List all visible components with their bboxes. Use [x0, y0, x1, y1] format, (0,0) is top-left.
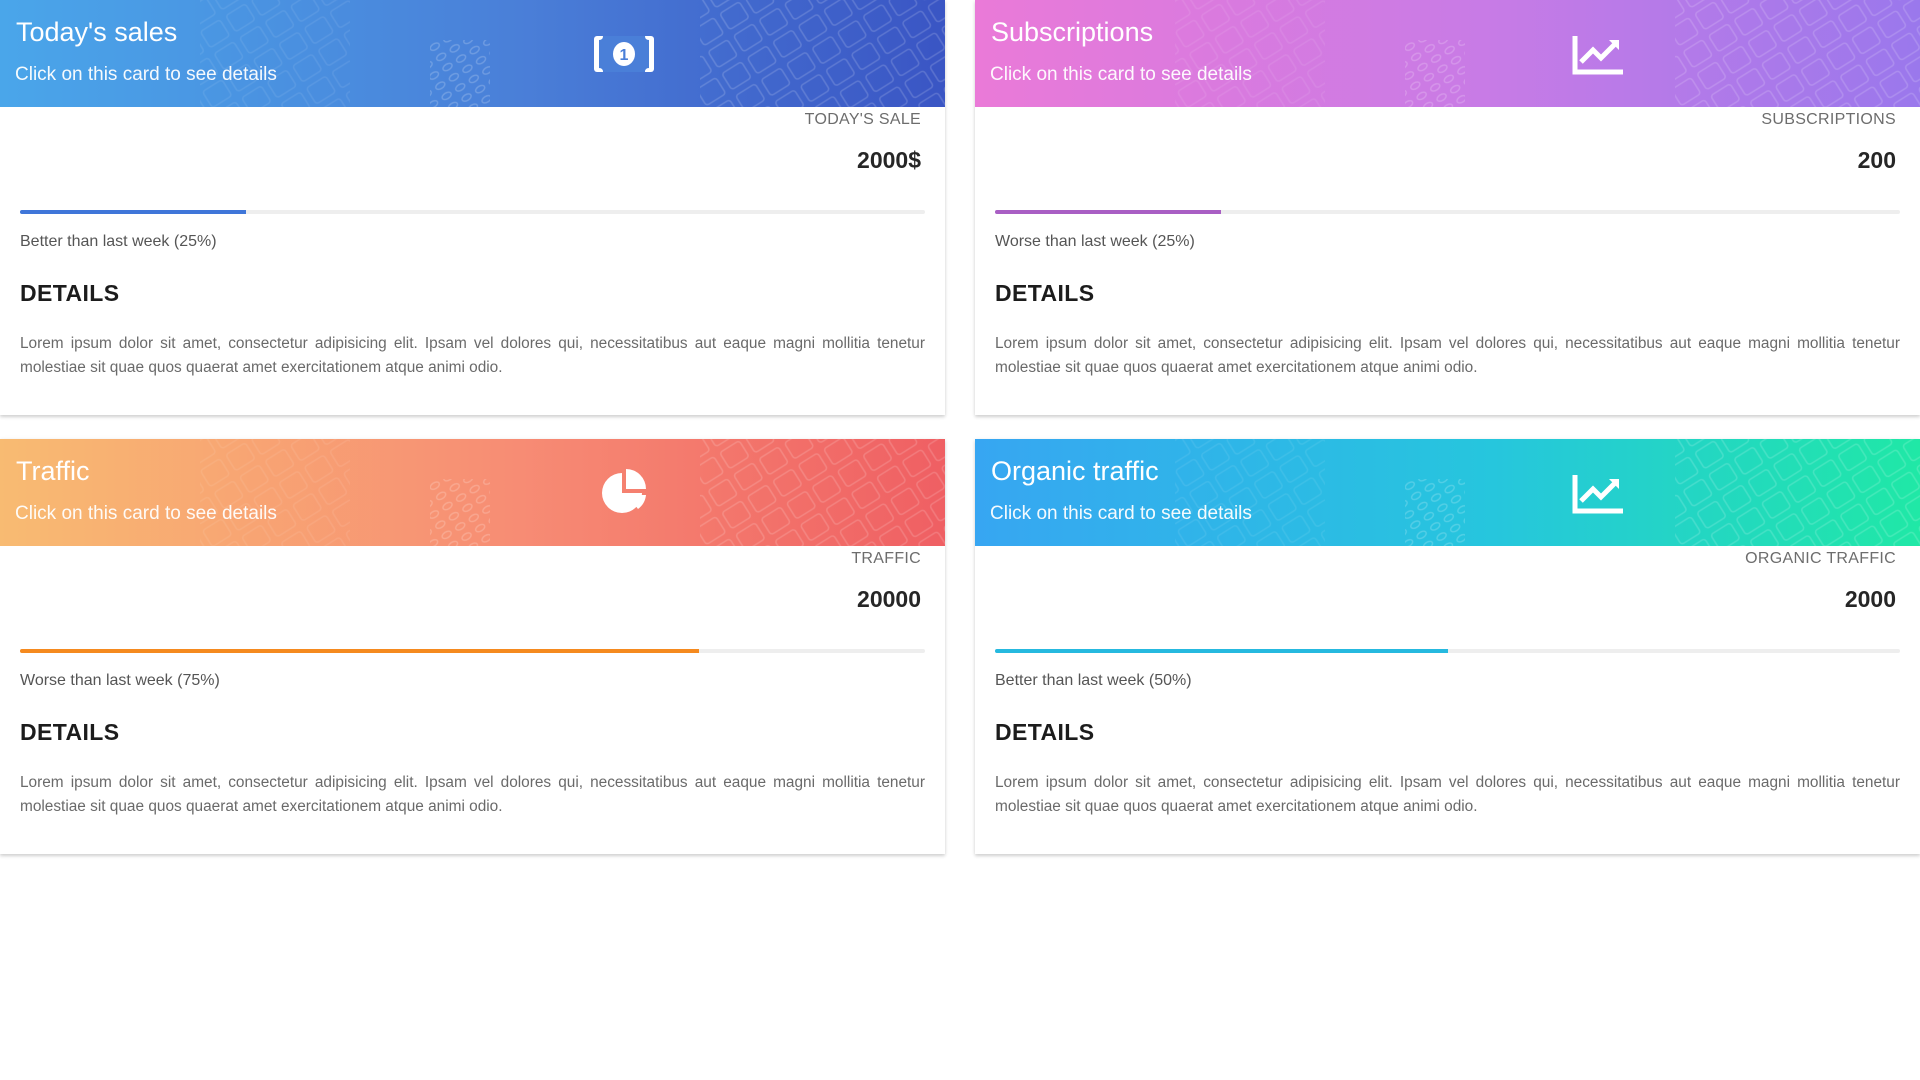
svg-text:1: 1: [620, 47, 629, 64]
card-subtitle: Click on this card to see details: [990, 503, 1252, 524]
card-title: Traffic: [16, 456, 90, 486]
details-heading: DETAILS: [20, 280, 120, 306]
card-traffic[interactable]: Traffic Click on this card to see detail…: [0, 439, 945, 854]
pie-chart-icon: [602, 469, 646, 513]
progress-bar: [20, 210, 925, 214]
stat-value: 200: [1857, 147, 1896, 173]
cards-grid: Today's sales Click on this card to see …: [0, 0, 1920, 854]
header-pattern: [200, 439, 945, 546]
details-text: Lorem ipsum dolor sit amet, consectetur …: [995, 774, 1900, 815]
card-header[interactable]: Subscriptions Click on this card to see …: [975, 0, 1920, 107]
stat-label: SUBSCRIPTIONS: [1761, 111, 1896, 128]
details-heading: DETAILS: [20, 719, 120, 745]
card-subtitle: Click on this card to see details: [15, 64, 277, 85]
card-subtitle: Click on this card to see details: [990, 64, 1252, 85]
progress-bar: [20, 649, 925, 653]
stat-value: 2000: [1844, 586, 1896, 612]
area-chart-icon: [1572, 36, 1623, 75]
card-organic-traffic[interactable]: Organic traffic Click on this card to se…: [975, 439, 1920, 854]
comparison-text: Better than last week (50%): [995, 672, 1192, 689]
card-header[interactable]: Traffic Click on this card to see detail…: [0, 439, 945, 546]
progress-fill: [995, 210, 1222, 214]
stat-label: TRAFFIC: [851, 550, 921, 567]
details-text: Lorem ipsum dolor sit amet, consectetur …: [995, 335, 1900, 376]
details-text: Lorem ipsum dolor sit amet, consectetur …: [20, 774, 925, 815]
details-heading: DETAILS: [995, 280, 1095, 306]
progress-bar: [995, 210, 1900, 214]
stat-label: TODAY'S SALE: [804, 111, 921, 128]
card-title: Today's sales: [16, 17, 178, 47]
stat-label: ORGANIC TRAFFIC: [1745, 550, 1896, 567]
comparison-text: Worse than last week (75%): [20, 672, 220, 689]
money-bill-icon: 1: [594, 36, 654, 72]
stat-value: 2000$: [857, 147, 921, 173]
progress-bar: [995, 649, 1900, 653]
card-title: Organic traffic: [991, 456, 1159, 486]
card-header[interactable]: Today's sales Click on this card to see …: [0, 0, 945, 107]
card-title: Subscriptions: [991, 17, 1154, 47]
progress-fill: [20, 649, 699, 653]
details-heading: DETAILS: [995, 719, 1095, 745]
comparison-text: Better than last week (25%): [20, 233, 217, 250]
card-subtitle: Click on this card to see details: [15, 503, 277, 524]
comparison-text: Worse than last week (25%): [995, 233, 1195, 250]
card-subscriptions[interactable]: Subscriptions Click on this card to see …: [975, 0, 1920, 415]
area-chart-icon: [1572, 475, 1623, 514]
stat-value: 20000: [857, 586, 921, 612]
card-todays-sales[interactable]: Today's sales Click on this card to see …: [0, 0, 945, 415]
progress-fill: [20, 210, 247, 214]
card-header[interactable]: Organic traffic Click on this card to se…: [975, 439, 1920, 546]
progress-fill: [995, 649, 1448, 653]
details-text: Lorem ipsum dolor sit amet, consectetur …: [20, 335, 925, 376]
